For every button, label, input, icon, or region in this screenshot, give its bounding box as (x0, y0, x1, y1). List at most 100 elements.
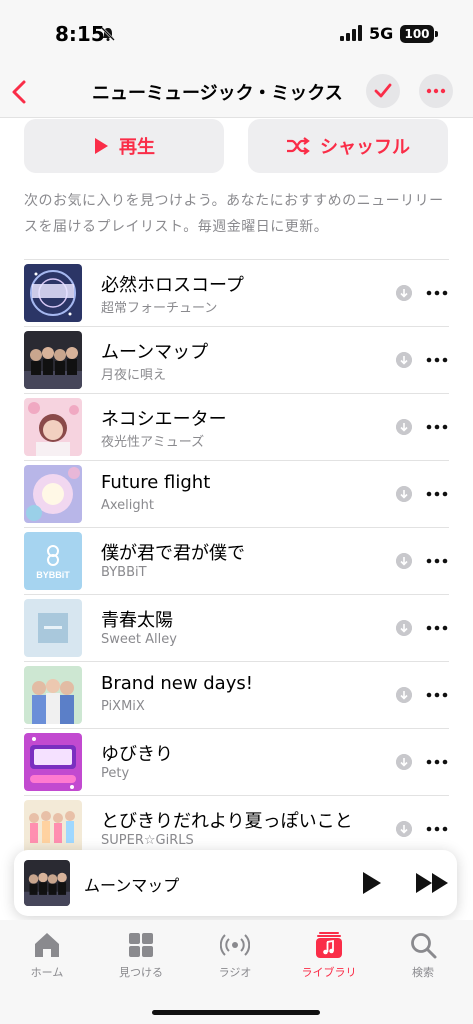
tab-search[interactable]: 検索 (383, 930, 463, 980)
track-more-icon[interactable] (426, 819, 448, 839)
album-art (24, 331, 82, 389)
nav-bar: ニューミュージック・ミックス (0, 70, 473, 118)
track-title: とびきりだれより夏っぽいこと (101, 811, 353, 832)
track-artist: PiXMiX (101, 699, 145, 714)
battery-icon: 100 (400, 25, 434, 43)
added-check-button[interactable] (366, 74, 400, 108)
tab-home[interactable]: ホーム (7, 930, 87, 980)
tab-label: 見つける (119, 966, 163, 979)
bell-off-icon (101, 27, 115, 41)
download-icon[interactable] (396, 620, 412, 636)
back-chevron-icon[interactable] (8, 78, 32, 106)
tab-label: 検索 (412, 966, 434, 979)
track-more-icon[interactable] (426, 551, 448, 571)
mini-player[interactable]: ムーンマップ (14, 850, 457, 916)
ellipsis-icon (426, 88, 446, 94)
tab-browse[interactable]: 見つける (101, 930, 181, 980)
track-title: 必然ホロスコープ (101, 275, 244, 296)
play-label: 再生 (119, 137, 155, 158)
download-icon[interactable] (396, 352, 412, 368)
download-icon[interactable] (396, 754, 412, 770)
battery-nub (435, 31, 438, 37)
album-art: BYBBiT (24, 532, 82, 590)
album-art (24, 599, 82, 657)
page-title: ニューミュージック・ミックス (92, 83, 343, 104)
tab-library[interactable]: ライブラリ (289, 930, 369, 980)
album-art (24, 264, 82, 322)
home-indicator[interactable] (152, 1010, 320, 1015)
shuffle-icon (287, 137, 310, 155)
next-track-icon[interactable] (414, 870, 452, 896)
track-artist: Axelight (101, 498, 154, 513)
radio-icon (220, 934, 250, 956)
track-row[interactable]: Future flight Axelight (0, 460, 473, 527)
track-title: 青春太陽 (101, 610, 173, 631)
battery-level: 100 (404, 27, 430, 41)
status-bar: 8:15 5G 100 (0, 0, 473, 70)
play-button[interactable]: 再生 (24, 119, 224, 173)
track-row[interactable]: ムーンマップ 月夜に唄え (0, 326, 473, 393)
row-divider (24, 259, 449, 260)
row-divider (24, 594, 449, 595)
library-icon (316, 932, 342, 958)
track-row[interactable]: 必然ホロスコープ 超常フォーチューン (0, 259, 473, 326)
row-divider (24, 326, 449, 327)
download-icon[interactable] (396, 821, 412, 837)
checkmark-icon (374, 83, 392, 98)
album-art (24, 733, 82, 791)
play-icon[interactable] (358, 870, 384, 896)
track-title: 僕が君で君が僕で (101, 543, 245, 564)
track-artist: 超常フォーチューン (101, 301, 218, 316)
track-artist: 夜光性アミューズ (101, 435, 205, 450)
row-divider (24, 661, 449, 662)
track-artist: SUPER☆GiRLS (101, 833, 194, 848)
download-icon[interactable] (396, 687, 412, 703)
more-options-button[interactable] (419, 74, 453, 108)
tab-label: ライブラリ (301, 966, 357, 979)
row-divider (24, 527, 449, 528)
shuffle-button[interactable]: シャッフル (248, 119, 448, 173)
track-row[interactable]: ゆびきり Pety (0, 728, 473, 795)
tab-radio[interactable]: ラジオ (195, 930, 275, 980)
track-artist: BYBBiT (101, 565, 147, 580)
track-title: Brand new days! (101, 673, 253, 694)
track-row[interactable]: BYBBiT 僕が君で君が僕で BYBBiT (0, 527, 473, 594)
track-more-icon[interactable] (426, 283, 448, 303)
row-divider (24, 795, 449, 796)
status-time: 8:15 (55, 22, 105, 46)
row-divider (24, 460, 449, 461)
now-playing-title: ムーンマップ (84, 876, 180, 895)
tab-bar: ホーム 見つける ラジオ ライブラリ 検索 (0, 920, 473, 1024)
play-icon (95, 138, 108, 154)
shuffle-label: シャッフル (320, 137, 410, 158)
track-more-icon[interactable] (426, 484, 448, 504)
track-title: Future flight (101, 472, 211, 493)
bybbit-logo-text: BYBBiT (36, 570, 70, 580)
track-more-icon[interactable] (426, 417, 448, 437)
track-row[interactable]: Brand new days! PiXMiX (0, 661, 473, 728)
track-more-icon[interactable] (426, 350, 448, 370)
playlist-description: 次のお気に入りを見つけよう。あなたにおすすめのニューリリースを届けるプレイリスト… (24, 193, 444, 235)
track-more-icon[interactable] (426, 752, 448, 772)
download-icon[interactable] (396, 553, 412, 569)
track-title: ネコシエーター (101, 409, 227, 430)
signal-icon (340, 25, 362, 41)
row-divider (24, 728, 449, 729)
download-icon[interactable] (396, 285, 412, 301)
download-icon[interactable] (396, 486, 412, 502)
track-artist: Pety (101, 766, 130, 781)
track-more-icon[interactable] (426, 685, 448, 705)
row-divider (24, 393, 449, 394)
album-art (24, 465, 82, 523)
track-title: ゆびきり (101, 744, 173, 765)
track-row[interactable]: ネコシエーター 夜光性アミューズ (0, 393, 473, 460)
track-row[interactable]: 青春太陽 Sweet Alley (0, 594, 473, 661)
now-playing-art (24, 860, 70, 906)
track-more-icon[interactable] (426, 618, 448, 638)
track-artist: 月夜に唄え (101, 368, 167, 383)
download-icon[interactable] (396, 419, 412, 435)
network-label: 5G (369, 24, 394, 43)
grid-icon (129, 933, 153, 957)
album-art (24, 666, 82, 724)
tab-label: ホーム (30, 966, 64, 979)
